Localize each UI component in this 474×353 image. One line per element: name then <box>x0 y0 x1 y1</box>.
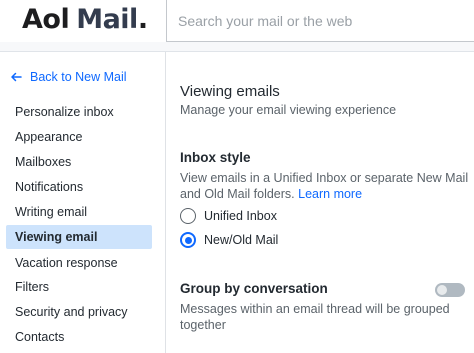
sidebar-item-writing-email[interactable]: Writing email <box>6 200 152 224</box>
toggle-knob <box>437 285 447 295</box>
sidebar-item-mailboxes[interactable]: Mailboxes <box>6 150 152 174</box>
arrow-left-icon <box>11 72 22 82</box>
sidebar-item-filters[interactable]: Filters <box>6 275 152 299</box>
group-by-conversation-toggle[interactable] <box>435 283 465 297</box>
inbox-style-heading: Inbox style <box>180 150 251 165</box>
back-label: Back to New Mail <box>30 70 127 84</box>
sidebar-item-contacts[interactable]: Contacts <box>6 325 152 349</box>
sidebar-item-notifications[interactable]: Notifications <box>6 175 152 199</box>
page-title: Viewing emails <box>180 83 280 100</box>
app-header: Aol Mail. <box>0 0 474 42</box>
group-by-conversation-heading: Group by conversation <box>180 281 328 296</box>
sidebar-item-personalize-inbox[interactable]: Personalize inbox <box>6 100 152 124</box>
logo-product: Mail <box>76 4 138 35</box>
logo-dot: . <box>137 4 148 35</box>
group-by-conversation-description: Messages within an email thread will be … <box>180 302 450 332</box>
sidebar-item-security-and-privacy[interactable]: Security and privacy <box>6 300 152 324</box>
sidebar-item-viewing-email[interactable]: Viewing email <box>6 225 152 249</box>
sidebar-item-vacation-response[interactable]: Vacation response <box>6 251 152 275</box>
unified-inbox-label: Unified Inbox <box>204 209 277 223</box>
page-subtitle: Manage your email viewing experience <box>180 103 397 117</box>
settings-content: Viewing emails Manage your email viewing… <box>167 52 474 353</box>
sidebar-item-appearance[interactable]: Appearance <box>6 125 152 149</box>
aol-mail-logo[interactable]: Aol Mail. <box>22 4 148 38</box>
header-divider <box>0 42 474 52</box>
logo-brand: Aol <box>22 4 70 35</box>
unified-inbox-radio[interactable] <box>180 208 196 224</box>
unified-inbox-option[interactable]: Unified Inbox <box>180 207 277 225</box>
search-box[interactable] <box>166 0 474 42</box>
settings-sidebar: Back to New Mail Personalize inbox Appea… <box>0 52 166 353</box>
search-input[interactable] <box>167 0 474 41</box>
inbox-style-description: View emails in a Unified Inbox or separa… <box>180 170 472 202</box>
new-old-mail-radio[interactable] <box>180 232 196 248</box>
new-old-mail-label: New/Old Mail <box>204 233 279 247</box>
new-old-mail-option[interactable]: New/Old Mail <box>180 231 278 249</box>
back-to-new-mail-link[interactable]: Back to New Mail <box>10 68 127 86</box>
learn-more-link[interactable]: Learn more <box>298 187 362 201</box>
